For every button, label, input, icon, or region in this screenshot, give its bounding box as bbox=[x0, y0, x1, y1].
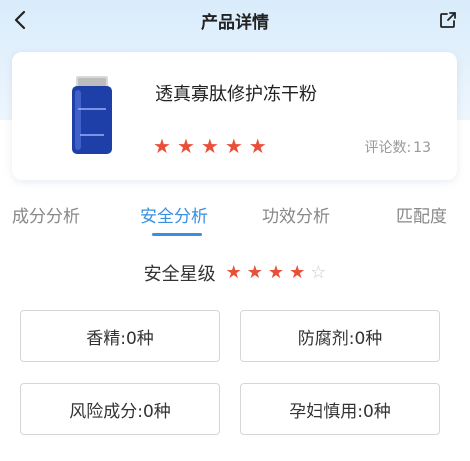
review-count-value: 13 bbox=[413, 140, 431, 156]
star-icon: ★ bbox=[176, 134, 195, 158]
star-icon: ★ bbox=[225, 262, 242, 283]
preservative-count: 防腐剂:0种 bbox=[240, 310, 440, 362]
safety-rating-label: 安全星级 bbox=[143, 264, 216, 285]
analysis-tabs: 成分分析 安全分析 功效分析 匹配度 bbox=[0, 196, 470, 242]
tab-safety-analysis[interactable]: 安全分析 bbox=[140, 202, 208, 227]
product-image bbox=[72, 76, 112, 154]
product-card[interactable]: 透真寡肽修护冻干粉 ★ ★ ★ ★ ★ 评论数: 13 bbox=[12, 52, 457, 180]
product-name: 透真寡肽修护冻干粉 bbox=[155, 84, 317, 105]
page-title: 产品详情 bbox=[201, 13, 269, 33]
safety-stars: ★ ★ ★ ★ ☆ bbox=[226, 263, 327, 283]
safety-rating: 安全星级 ★ ★ ★ ★ ☆ bbox=[0, 260, 470, 286]
product-rating: ★ ★ ★ ★ ★ bbox=[153, 136, 267, 156]
star-icon: ★ bbox=[248, 134, 267, 158]
tab-efficacy-analysis[interactable]: 功效分析 bbox=[262, 202, 330, 227]
share-icon bbox=[440, 12, 456, 28]
share-button[interactable] bbox=[436, 8, 460, 32]
fragrance-count: 香精:0种 bbox=[20, 310, 220, 362]
star-icon: ★ bbox=[267, 262, 285, 283]
star-icon: ☆ bbox=[310, 262, 327, 283]
pregnancy-caution-count: 孕妇慎用:0种 bbox=[240, 383, 440, 435]
tab-match-degree[interactable]: 匹配度 bbox=[396, 202, 447, 227]
star-icon: ★ bbox=[289, 262, 306, 283]
star-icon: ★ bbox=[224, 134, 243, 158]
active-tab-indicator bbox=[152, 233, 202, 236]
tab-ingredient-analysis[interactable]: 成分分析 bbox=[12, 202, 80, 227]
star-icon: ★ bbox=[153, 134, 171, 158]
review-count-label: 评论数: bbox=[364, 140, 412, 156]
review-count[interactable]: 评论数: 13 bbox=[362, 137, 431, 157]
risk-ingredient-count: 风险成分:0种 bbox=[20, 383, 220, 435]
star-icon: ★ bbox=[200, 134, 219, 158]
nav-bar: 产品详情 bbox=[0, 0, 470, 40]
star-icon: ★ bbox=[246, 262, 263, 283]
